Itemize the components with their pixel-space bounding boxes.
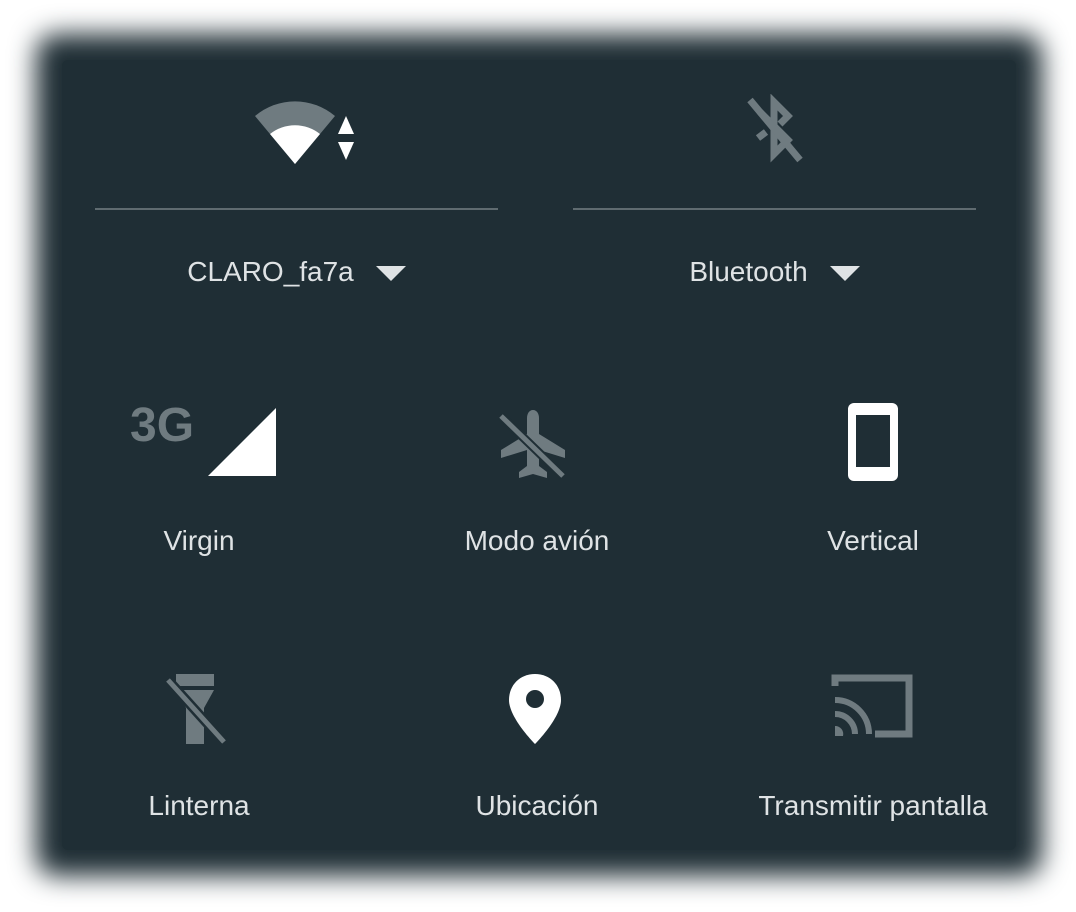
- airplane-off-icon: [497, 410, 567, 480]
- tile-location[interactable]: Ubicación: [367, 650, 707, 880]
- tile-label: Ubicación: [475, 790, 599, 821]
- cast-icon: [831, 674, 913, 738]
- tile-virgin[interactable]: 3G Virgin: [30, 380, 370, 610]
- wifi-toggle[interactable]: [240, 90, 370, 180]
- tile-label: Transmitir pantalla: [758, 790, 988, 821]
- tile-flashlight[interactable]: Linterna: [30, 650, 370, 880]
- screenshot-canvas: CLARO_fa7a Bluetooth 3G Virgin Modo avió…: [0, 0, 1076, 912]
- flashlight-off-icon: [164, 674, 228, 746]
- bluetooth-divider: [573, 208, 976, 210]
- tile-label: Virgin: [163, 525, 235, 556]
- location-pin-icon: [509, 674, 561, 744]
- tile-rotation[interactable]: Vertical: [703, 380, 1043, 610]
- portrait-rotation-icon: [848, 403, 898, 481]
- tile-cast-screen[interactable]: Transmitir pantalla: [703, 650, 1043, 880]
- tile-label: Linterna: [148, 790, 250, 821]
- network-type-badge: 3G: [130, 399, 195, 452]
- bluetooth-disabled-icon: [747, 94, 803, 163]
- wifi-icon: [255, 101, 335, 164]
- chevron-down-icon: [375, 265, 406, 281]
- chevron-down-icon: [829, 265, 860, 281]
- bluetooth-label: Bluetooth: [689, 256, 808, 287]
- data-activity-arrows-icon: [338, 116, 354, 160]
- tile-airplane-mode[interactable]: Modo avión: [367, 380, 707, 610]
- wifi-network-name: CLARO_fa7a: [187, 256, 354, 287]
- bluetooth-dropdown[interactable]: Bluetooth: [573, 250, 976, 294]
- tile-label: Modo avión: [464, 525, 610, 556]
- bluetooth-toggle[interactable]: [730, 92, 820, 172]
- wifi-network-dropdown[interactable]: CLARO_fa7a: [95, 250, 498, 294]
- cellular-signal-icon: [208, 408, 276, 476]
- wifi-divider: [95, 208, 498, 210]
- tile-label: Vertical: [827, 525, 919, 556]
